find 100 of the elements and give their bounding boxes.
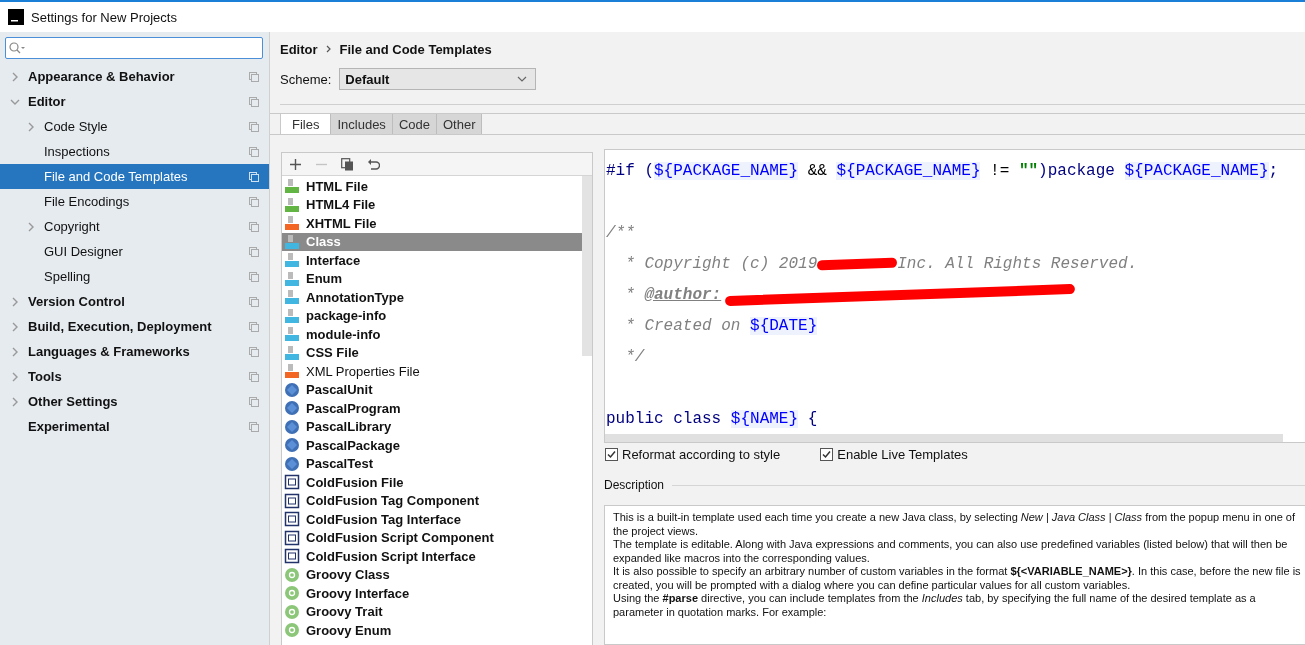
stacked-squares-icon bbox=[249, 246, 259, 257]
template-list-item[interactable]: PascalProgram bbox=[282, 399, 582, 418]
checkbox-option[interactable]: Reformat according to style bbox=[605, 446, 781, 462]
code-text: && bbox=[806, 161, 828, 180]
square-file-icon bbox=[284, 492, 300, 509]
template-list-item[interactable]: PascalPackage bbox=[282, 436, 582, 455]
code-text: )package bbox=[1038, 161, 1116, 180]
settings-tree-item[interactable]: Appearance & Behavior bbox=[0, 64, 269, 89]
settings-tree-item[interactable]: GUI Designer bbox=[0, 239, 269, 264]
code-editor[interactable]: #if (${PACKAGE_NAME} && ${PACKAGE_NAME} != "")package ${PACKAGE_NAME}; /** * Copyright (c) 2019 Inc. All Rights Reserved. * @author: * Created on ${DATE} */ public class ${NAME} { bbox=[604, 149, 1305, 443]
settings-tree-item[interactable]: Inspections bbox=[0, 139, 269, 164]
settings-tree-item[interactable]: Languages & Frameworks bbox=[0, 339, 269, 364]
file-icon bbox=[284, 233, 300, 250]
code-comment: */ bbox=[624, 347, 645, 366]
template-list-item[interactable]: Enum bbox=[282, 269, 582, 288]
settings-tree-item[interactable]: Version Control bbox=[0, 289, 269, 314]
breadcrumb-item: File and Code Templates bbox=[339, 41, 492, 57]
checkbox[interactable] bbox=[820, 447, 834, 461]
checkbox-option[interactable]: Enable Live Templates bbox=[820, 446, 968, 462]
template-list-item[interactable]: Groovy Class bbox=[282, 565, 582, 584]
code-comment: /** bbox=[606, 223, 635, 242]
settings-tree-item[interactable]: Tools bbox=[0, 364, 269, 389]
template-list-item[interactable]: PascalTest bbox=[282, 454, 582, 473]
app-logo-icon bbox=[8, 9, 24, 25]
circle-file-icon bbox=[284, 603, 300, 620]
template-list-item[interactable]: package-info bbox=[282, 306, 582, 325]
search-field[interactable] bbox=[5, 37, 263, 59]
template-list-item[interactable]: XML Properties File bbox=[282, 362, 582, 381]
settings-tree-item[interactable]: File and Code Templates bbox=[0, 164, 269, 189]
template-variable: ${PACKAGE_NAME} bbox=[836, 161, 981, 180]
template-variable: ${PACKAGE_NAME} bbox=[654, 161, 799, 180]
undo-icon[interactable] bbox=[367, 157, 380, 171]
doc-tag: @author: bbox=[644, 285, 722, 304]
settings-tree-item[interactable]: File Encodings bbox=[0, 189, 269, 214]
template-list-item[interactable]: ColdFusion Tag Interface bbox=[282, 510, 582, 529]
code-text: #if ( bbox=[606, 161, 654, 180]
chevron-right-icon[interactable] bbox=[26, 121, 36, 132]
chevron-right-icon[interactable] bbox=[10, 371, 20, 382]
chevron-right-icon[interactable] bbox=[10, 346, 20, 357]
tab[interactable]: Files bbox=[280, 114, 332, 134]
template-list-item[interactable]: Groovy Enum bbox=[282, 621, 582, 640]
settings-tree-item[interactable]: Copyright bbox=[0, 214, 269, 239]
scrollbar[interactable] bbox=[605, 434, 1283, 442]
checkbox[interactable] bbox=[605, 447, 618, 461]
template-list-item[interactable]: PascalLibrary bbox=[282, 417, 582, 436]
circle-file-icon bbox=[284, 622, 300, 639]
code-comment: * Copyright (c) 2019 bbox=[624, 254, 818, 273]
template-list-item[interactable]: AnnotationType bbox=[282, 288, 582, 307]
circle-file-icon bbox=[284, 585, 300, 602]
square-file-icon bbox=[284, 529, 300, 546]
settings-tree-item[interactable]: Code Style bbox=[0, 114, 269, 139]
settings-tree-item[interactable]: Editor bbox=[0, 89, 269, 114]
scheme-label: Scheme: bbox=[280, 71, 332, 87]
diamond-circle-icon bbox=[284, 381, 300, 398]
template-list-item[interactable]: CSS File bbox=[282, 343, 582, 362]
scheme-dropdown[interactable]: Default bbox=[339, 68, 537, 90]
stacked-squares-icon bbox=[249, 321, 259, 332]
chevron-right-icon[interactable] bbox=[10, 321, 20, 332]
template-list-item[interactable]: HTML4 File bbox=[282, 195, 582, 214]
search-icon bbox=[9, 42, 27, 54]
file-icon bbox=[284, 215, 300, 232]
stacked-squares-icon bbox=[249, 221, 259, 232]
window-title: Settings for New Projects bbox=[31, 9, 177, 25]
template-list-item[interactable]: Groovy Trait bbox=[282, 602, 582, 621]
stacked-squares-icon bbox=[249, 396, 259, 407]
settings-tree-item[interactable]: Build, Execution, Deployment bbox=[0, 314, 269, 339]
stacked-squares-icon bbox=[249, 171, 259, 182]
tab[interactable]: Other bbox=[436, 114, 483, 134]
copy-icon[interactable] bbox=[341, 157, 354, 171]
template-variable: ${PACKAGE_NAME} bbox=[1124, 161, 1269, 180]
template-list-item[interactable]: ColdFusion Script Component bbox=[282, 528, 582, 547]
template-list-item[interactable]: module-info bbox=[282, 325, 582, 344]
scrollbar[interactable] bbox=[582, 176, 592, 356]
settings-tree-item[interactable]: Spelling bbox=[0, 264, 269, 289]
circle-file-icon bbox=[284, 566, 300, 583]
chevron-right-icon[interactable] bbox=[10, 396, 20, 407]
template-list-item[interactable]: Interface bbox=[282, 251, 582, 270]
chevron-right-icon[interactable] bbox=[10, 296, 20, 307]
chevron-right-icon[interactable] bbox=[26, 221, 36, 232]
template-list-item[interactable]: ColdFusion File bbox=[282, 473, 582, 492]
diamond-circle-icon bbox=[284, 418, 300, 435]
file-icon bbox=[284, 270, 300, 287]
square-file-icon bbox=[284, 511, 300, 528]
tab[interactable]: Includes bbox=[331, 114, 393, 134]
tab[interactable]: Code bbox=[392, 114, 437, 134]
template-list-item[interactable]: PascalUnit bbox=[282, 380, 582, 399]
settings-tree-item[interactable]: Experimental bbox=[0, 414, 269, 439]
template-list-item[interactable]: Groovy Interface bbox=[282, 584, 582, 603]
code-comment: Inc. All Rights Reserved. bbox=[897, 254, 1138, 273]
template-list-item[interactable]: ColdFusion Script Interface bbox=[282, 547, 582, 566]
template-list-item[interactable]: HTML File bbox=[282, 177, 582, 196]
code-text: ; bbox=[1268, 161, 1279, 180]
chevron-right-icon[interactable] bbox=[10, 71, 20, 82]
stacked-squares-icon bbox=[249, 146, 259, 157]
template-list-item[interactable]: ColdFusion Tag Component bbox=[282, 491, 582, 510]
add-icon[interactable] bbox=[289, 157, 302, 171]
stacked-squares-icon bbox=[249, 371, 259, 382]
settings-tree-item[interactable]: Other Settings bbox=[0, 389, 269, 414]
file-icon bbox=[284, 363, 300, 380]
template-list-item[interactable]: XHTML File bbox=[282, 214, 582, 233]
